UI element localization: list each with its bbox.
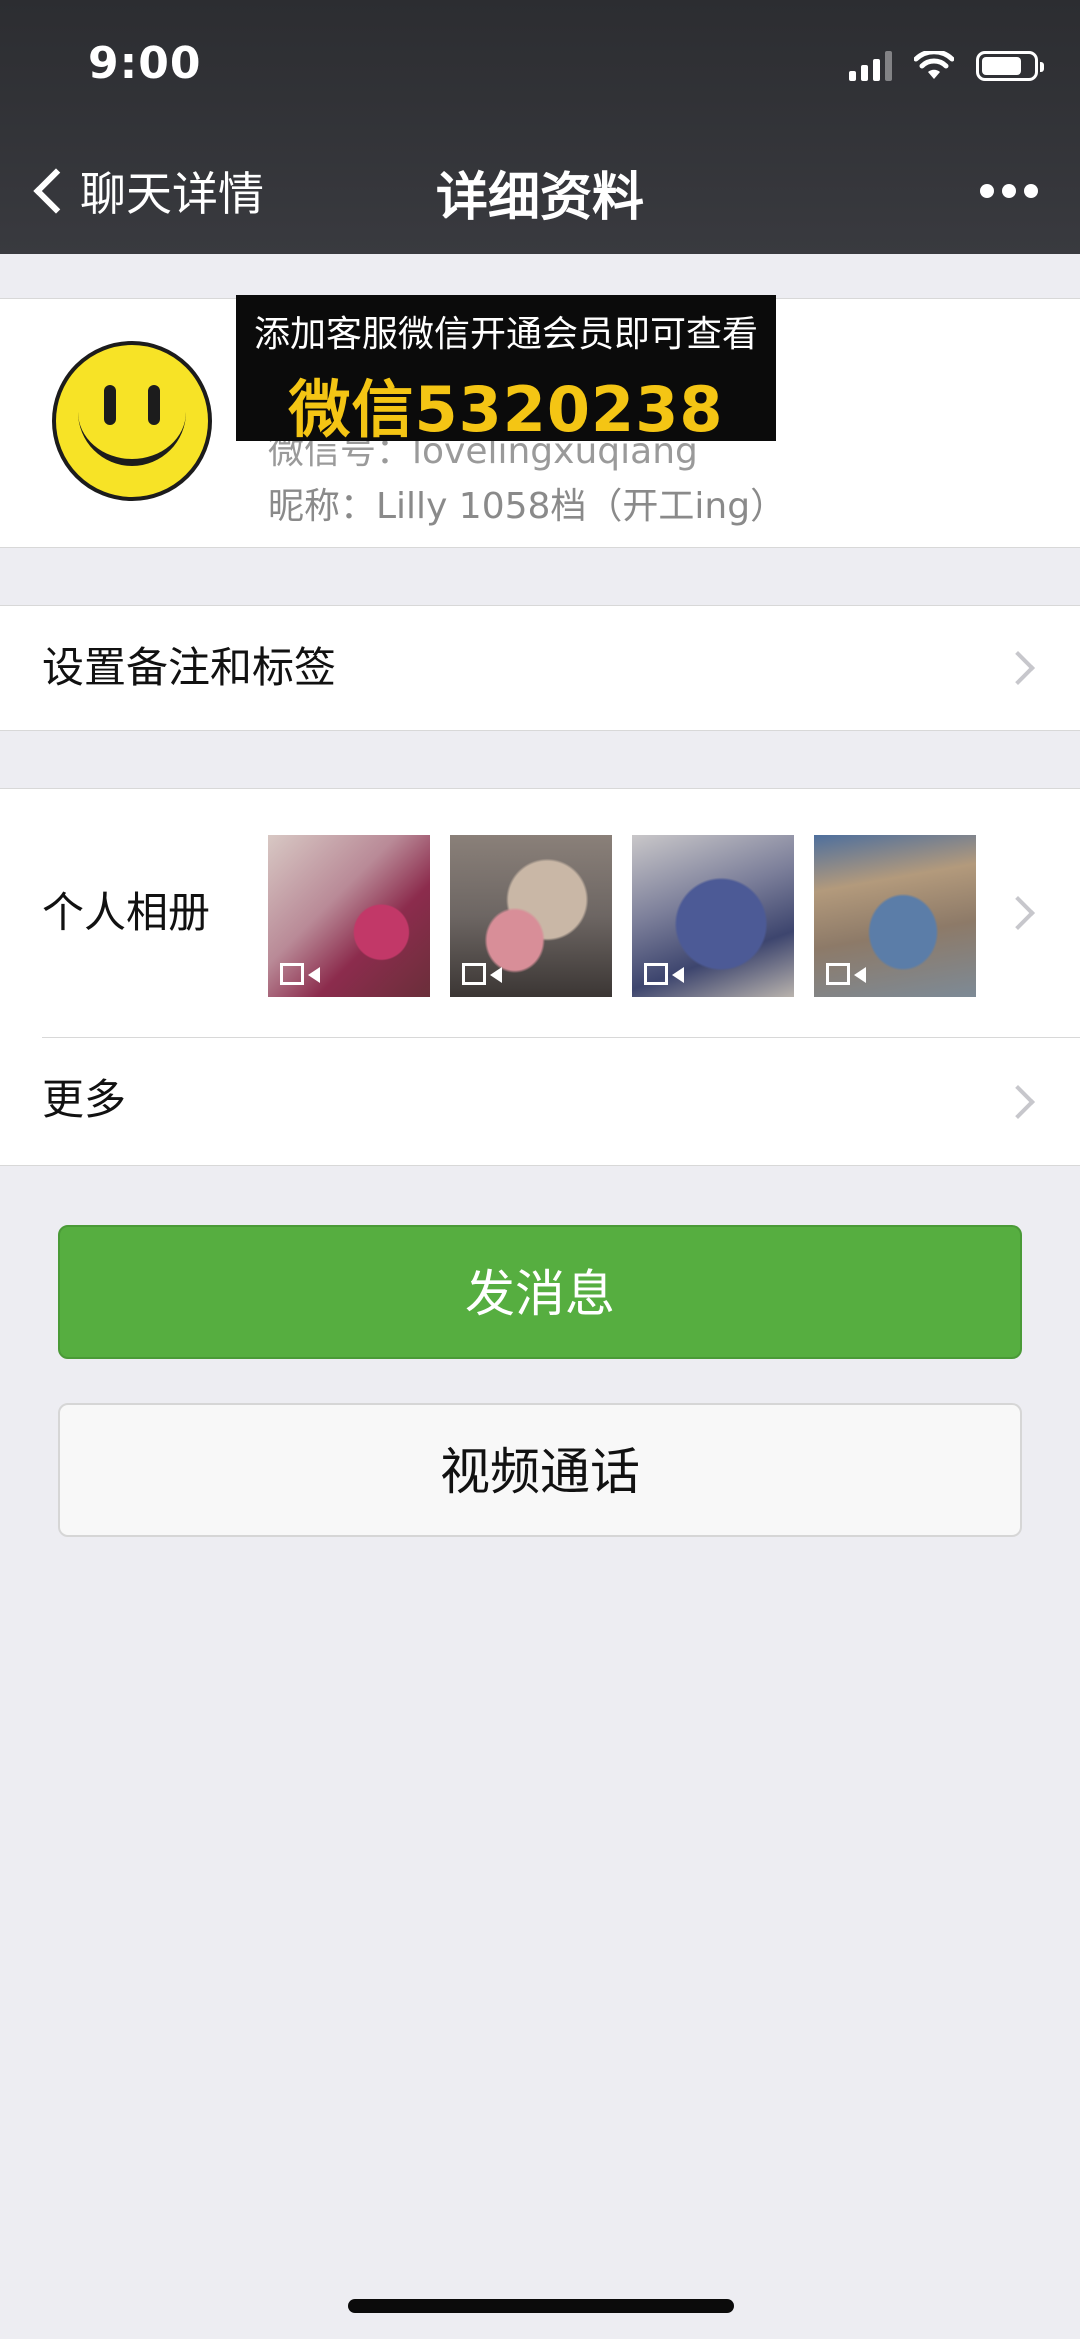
chevron-right-icon [1001,896,1035,930]
album-thumbnail[interactable] [268,835,430,997]
album-section: 个人相册 更多 [0,788,1080,1166]
dot-icon [1024,184,1038,198]
avatar-mouth [78,399,186,466]
remark-tags-label: 设置备注和标签 [42,643,337,692]
status-icons [849,46,1044,86]
status-time: 9:00 [88,38,202,89]
banner-text: 添加客服微信开通会员即可查看 [253,314,758,355]
nickname: 昵称：Lilly 1058档（开工ing） [268,486,787,527]
home-indicator[interactable] [348,2299,734,2313]
dot-icon [1002,184,1016,198]
album-row[interactable]: 个人相册 [42,789,1080,1038]
video-icon [826,963,866,985]
album-thumbnail[interactable] [632,835,794,997]
album-thumbnails [268,835,976,997]
send-message-button[interactable]: 发消息 [58,1225,1022,1359]
album-thumbnail[interactable] [450,835,612,997]
page-title: 详细资料 [435,168,644,228]
promo-banner: 添加客服微信开通会员即可查看 微信5320238 [236,295,776,446]
more-row[interactable]: 更多 [0,1038,1080,1164]
video-call-button[interactable]: 视频通话 [58,1403,1022,1537]
wifi-icon [914,51,954,79]
cellular-signal-icon [849,51,892,81]
more-label: 更多 [42,1075,127,1124]
album-label: 个人相册 [42,888,211,937]
video-icon [280,963,320,985]
album-thumbnail[interactable] [814,835,976,997]
remark-tags-row[interactable]: 设置备注和标签 [0,605,1080,731]
chevron-right-icon [1001,1085,1035,1119]
more-options-button[interactable] [980,184,1038,198]
video-icon [644,963,684,985]
top-bar: 9:00 聊天详情 详细资料 [0,0,1080,254]
chevron-right-icon [1001,651,1035,685]
avatar[interactable] [52,341,212,501]
banner-contact: 微信5320238 [288,373,724,446]
dot-icon [980,184,994,198]
battery-icon [976,51,1044,81]
video-icon [462,963,502,985]
